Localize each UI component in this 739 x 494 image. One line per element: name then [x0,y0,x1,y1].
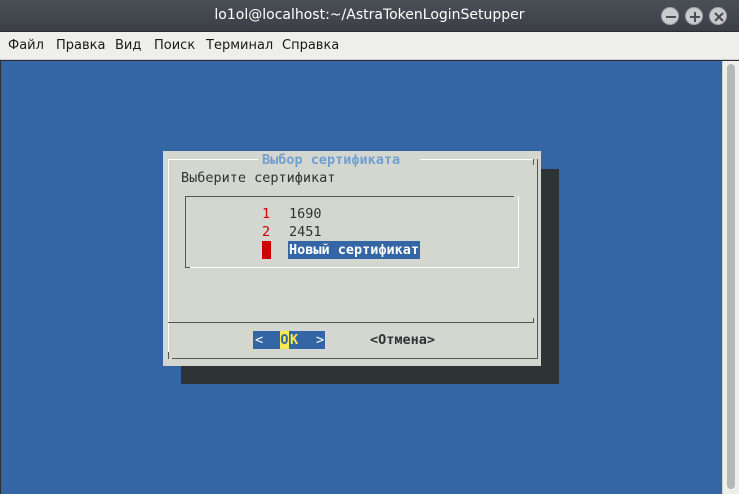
dialog-frame-bottom [172,358,538,359]
terminal-scrollbar[interactable] [722,61,739,494]
cancel-button[interactable]: <Отмена> [370,331,435,349]
window-title: lo1ol@localhost:~/AstraTokenLoginSetuppe… [214,7,525,23]
list-item-label: 2451 [289,224,322,240]
dialog-frame-left [168,159,169,359]
close-button[interactable] [709,7,727,25]
list-frame-bottom [190,267,519,268]
maximize-button[interactable] [685,7,703,25]
dialog-frame-corner-bl [168,352,169,359]
dialog-title: Выбор сертификата [262,152,401,168]
list-frame-top [185,196,514,197]
dialog-prompt: Выберите сертификат [181,170,336,186]
list-frame-left [185,196,186,268]
list-item-label: 1690 [289,206,322,222]
button-separator [168,322,534,323]
minimize-icon [666,16,676,18]
ok-button-hotkey: O [280,331,289,349]
list-item-label: Новый сертификат [288,241,421,259]
minimize-button[interactable] [661,7,679,25]
ok-button-label: K [290,332,299,348]
window-titlebar[interactable]: lo1ol@localhost:~/AstraTokenLoginSetuppe… [0,0,739,32]
list-item-selected[interactable]: 3 Новый сертификат [0,0,421,259]
ok-button-right-bracket: > [316,332,325,348]
dialog-frame-corner-tr [533,159,534,165]
menu-terminal[interactable]: Терминал [206,38,273,53]
scrollbar-thumb[interactable] [727,64,735,489]
ok-button-left-bracket: < [255,332,264,348]
list-frame-right [518,196,519,268]
menu-bar: Файл Правка Вид Поиск Терминал Справка [0,32,739,60]
dialog-frame-top-left [168,159,258,160]
list-item-tag: 3 [262,241,271,259]
list-item-tag: 2 [262,224,271,240]
close-icon [714,12,724,22]
menu-file[interactable]: Файл [8,38,44,53]
menu-view[interactable]: Вид [115,38,141,53]
menu-search[interactable]: Поиск [154,38,195,53]
dialog-frame-right [537,159,538,359]
menu-edit[interactable]: Правка [56,38,105,53]
list-item-tag: 1 [262,206,271,222]
maximize-icon [690,12,700,22]
button-separator-corner [533,318,534,323]
menu-help[interactable]: Справка [282,38,339,53]
ok-button[interactable]: < O K > [253,331,325,349]
dialog-frame-top-right [420,159,533,160]
